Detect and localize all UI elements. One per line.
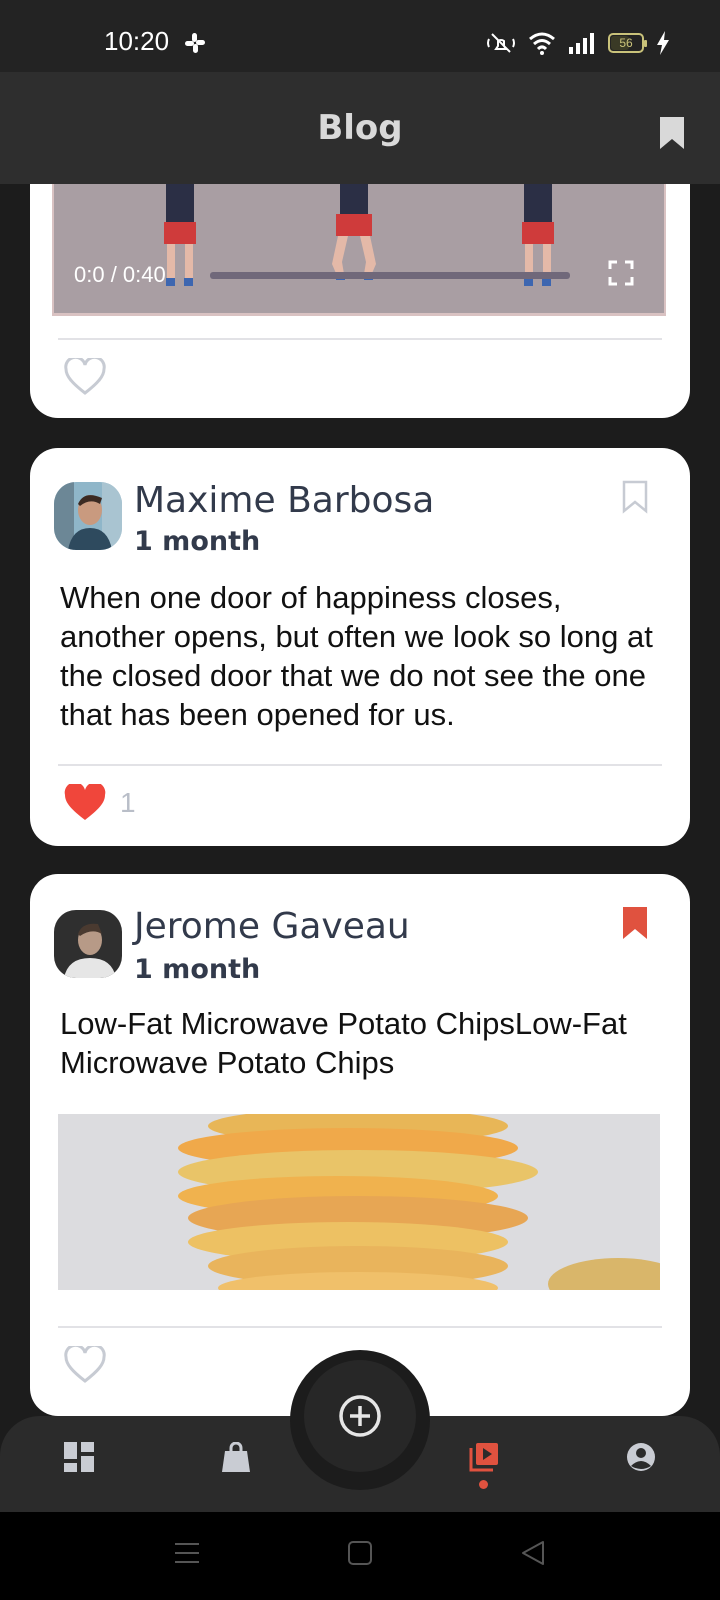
like-row: 1 [64,784,136,822]
video-post-card: 0:0 / 0:40 [30,184,690,418]
heart-outline-icon[interactable] [64,1346,106,1384]
post-card: Maxime Barbosa 1 month When one door of … [30,448,690,846]
post-text: Low-Fat Microwave Potato ChipsLow-Fat Mi… [60,1006,627,1080]
card-divider [58,1326,662,1328]
status-icons: 56 [486,30,670,56]
back-icon[interactable] [520,1540,546,1566]
video-time: 0:0 / 0:40 [74,262,166,287]
like-row [64,358,106,396]
system-nav-bar [0,1512,720,1600]
avatar-image [54,910,122,978]
author-name[interactable]: Maxime Barbosa [134,480,434,521]
heart-outline-icon[interactable] [64,358,106,396]
like-count: 1 [120,787,136,818]
video-player[interactable]: 0:0 / 0:40 [52,184,666,316]
signal-icon [569,33,594,54]
bookmark-outline-icon[interactable] [622,480,648,514]
wifi-icon [529,32,555,55]
post-image[interactable] [58,1114,660,1290]
author-name[interactable]: Jerome Gaveau [134,906,410,947]
page-title: Blog [317,108,403,148]
card-divider [58,764,662,766]
bookmark-filled-icon[interactable] [622,906,648,940]
app-bar: Blog [0,72,720,184]
post-text: When one door of happiness closes, anoth… [60,580,653,732]
shopping-bag-icon[interactable] [222,1442,250,1472]
post-time: 1 month [134,954,261,985]
post-card: Jerome Gaveau 1 month Low-Fat Microwave … [30,874,690,1416]
heart-filled-icon[interactable] [64,784,106,822]
like-row [64,1346,106,1384]
fullscreen-icon[interactable] [608,260,634,286]
bookmark-icon[interactable] [659,116,685,150]
menu-icon[interactable] [174,1540,200,1566]
slack-icon [185,33,205,53]
status-time: 10:20 [104,26,170,56]
mute-icon [487,33,515,53]
card-divider [58,338,662,340]
video-seek-bar[interactable] [210,272,570,279]
battery-level: 56 [619,36,633,50]
avatar-image [54,482,122,550]
avatar[interactable] [54,910,122,978]
dashboard-icon[interactable] [64,1442,94,1472]
avatar[interactable] [54,482,122,550]
status-bar: 10:20 56 [0,0,720,72]
charging-icon [657,31,669,55]
account-icon[interactable] [626,1442,656,1472]
add-circle-icon [339,1395,381,1437]
post-time: 1 month [134,526,261,557]
battery-icon: 56 [608,33,647,53]
video-library-icon[interactable] [469,1442,499,1472]
post-feed[interactable]: 0:0 / 0:40 Maxime Barbosa 1 month When o… [0,184,720,1416]
active-indicator [479,1480,488,1489]
add-post-button[interactable] [304,1360,416,1472]
home-icon[interactable] [347,1540,373,1566]
